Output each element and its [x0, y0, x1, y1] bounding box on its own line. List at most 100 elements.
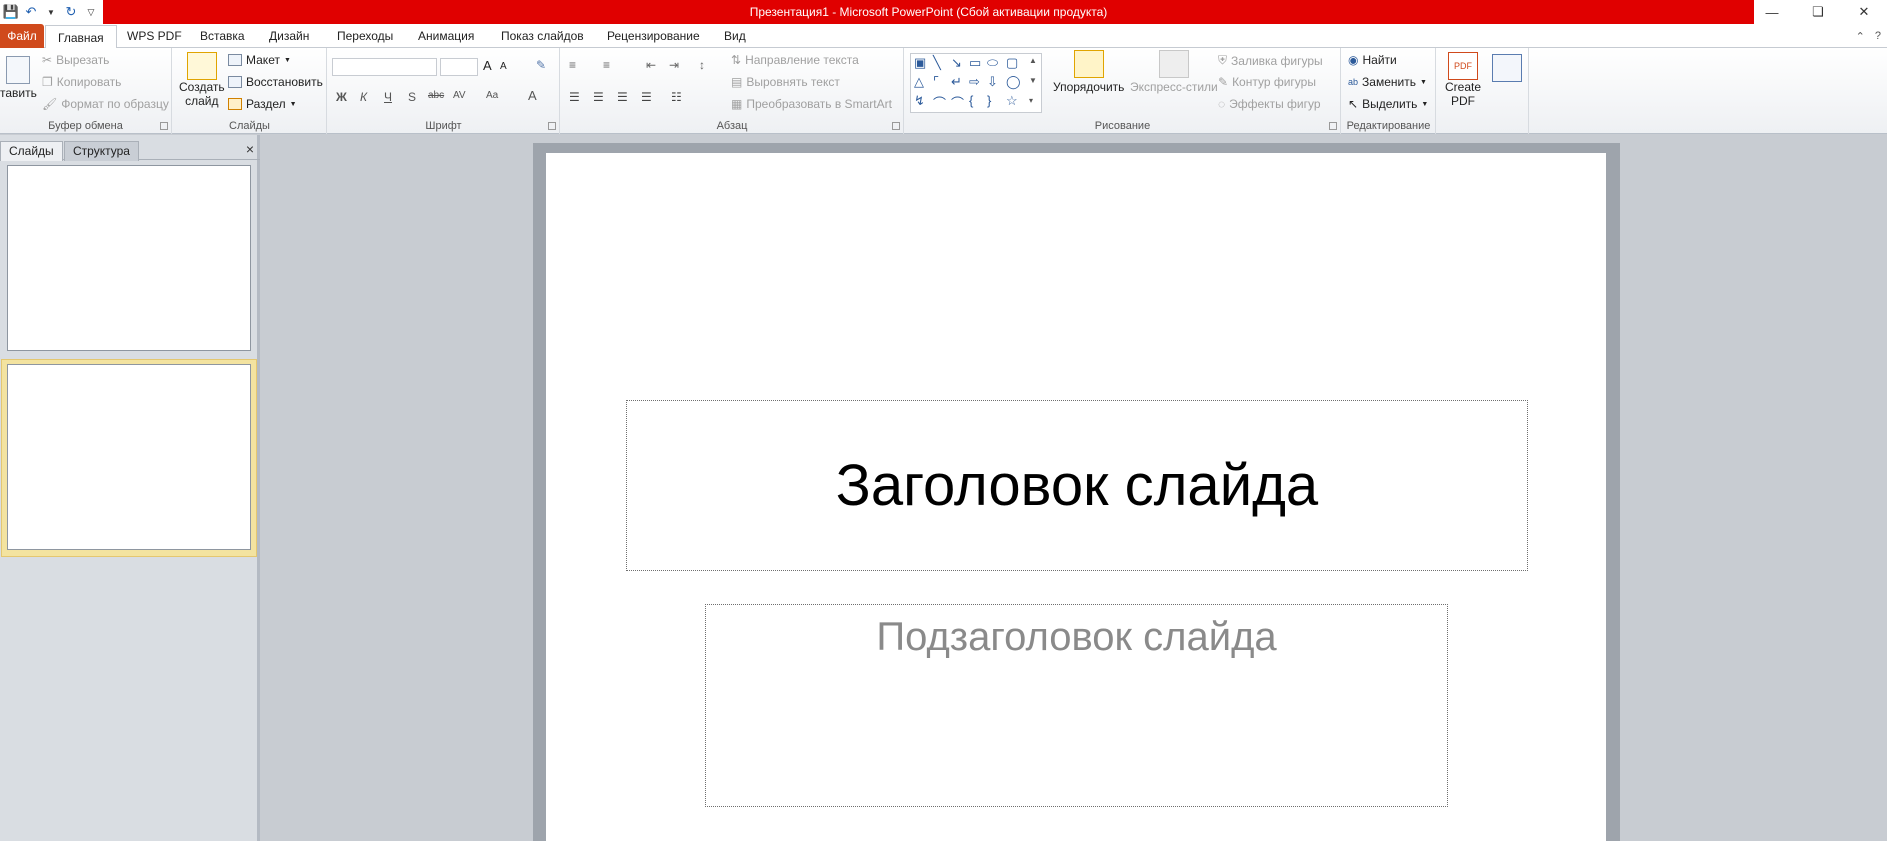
close-icon[interactable]: ✕ — [1841, 0, 1887, 24]
minimize-icon[interactable]: — — [1749, 0, 1795, 24]
italic-button[interactable]: К — [360, 90, 367, 104]
customize-qat-icon[interactable]: ▽ — [84, 5, 98, 19]
lightning-shape-icon[interactable]: ↯ — [914, 93, 925, 109]
align-left-button[interactable]: ☰ — [569, 90, 580, 104]
underline-button[interactable]: Ч — [384, 90, 392, 104]
line-spacing-button[interactable]: ↕ — [699, 58, 705, 72]
change-case-button[interactable]: Aa — [486, 90, 498, 101]
convert-smartart-button[interactable]: ▦ Преобразовать в SmartArt — [731, 97, 892, 111]
align-right-button[interactable]: ☰ — [617, 90, 628, 104]
oval-shape-icon[interactable]: ⬭ — [987, 55, 998, 71]
arrow-line-shape-icon[interactable]: ↘ — [951, 55, 962, 71]
paragraph-launcher-icon[interactable] — [892, 122, 900, 130]
format-painter-button[interactable]: 🖌 Формат по образцу — [42, 97, 169, 111]
help-icon[interactable]: ? — [1875, 30, 1881, 42]
slide-thumbnail-1[interactable] — [7, 165, 251, 351]
left-brace-shape-icon[interactable]: { — [969, 93, 973, 108]
shape-outline-button[interactable]: ✎ Контур фигуры — [1218, 75, 1316, 89]
bold-button[interactable]: Ж — [336, 90, 347, 104]
shadow-button[interactable]: S — [408, 90, 416, 104]
new-slide-button[interactable]: Создать слайд — [179, 52, 225, 108]
slide-subtitle-placeholder[interactable]: Подзаголовок слайда — [705, 604, 1448, 807]
undo-icon[interactable]: ↶ — [24, 4, 38, 19]
align-text-button[interactable]: ▤ Выровнять текст — [731, 75, 840, 89]
font-color-button[interactable]: A — [528, 88, 537, 103]
tab-design[interactable]: Дизайн — [269, 24, 309, 48]
textbox-shape-icon[interactable]: ▣ — [914, 55, 926, 71]
elbow-arrow-shape-icon[interactable]: ↵ — [951, 74, 962, 90]
gallery-scroll-down-icon[interactable]: ▼ — [1029, 76, 1037, 85]
undo-dropdown-icon[interactable]: ▼ — [44, 5, 58, 19]
shape-effects-button[interactable]: ◌ Эффекты фигур — [1218, 97, 1321, 111]
down-arrow-shape-icon[interactable]: ⇩ — [987, 74, 998, 90]
slide-thumbnail-2[interactable] — [7, 364, 251, 550]
find-button[interactable]: ◉ Найти — [1348, 53, 1397, 67]
clear-format-button[interactable]: ✎ — [536, 58, 546, 72]
bullets-button[interactable]: ≡ — [569, 58, 576, 72]
quick-styles-button[interactable]: Экспресс-стили — [1130, 50, 1218, 94]
drawing-launcher-icon[interactable] — [1329, 122, 1337, 130]
right-brace-shape-icon[interactable]: } — [987, 93, 991, 108]
tab-review[interactable]: Рецензирование — [607, 24, 700, 48]
right-arrow-shape-icon[interactable]: ⇨ — [969, 74, 980, 90]
tab-wps-pdf[interactable]: WPS PDF — [127, 24, 182, 48]
restore-icon[interactable]: ❏ — [1795, 0, 1841, 24]
save-icon[interactable]: 💾 — [3, 4, 19, 19]
tab-insert[interactable]: Вставка — [200, 24, 245, 48]
gallery-scroll-up-icon[interactable]: ▲ — [1029, 56, 1037, 65]
numbering-button[interactable]: ≡ — [603, 58, 610, 72]
close-pane-icon[interactable]: × — [246, 141, 254, 157]
star-shape-icon[interactable]: ☆ — [1006, 93, 1018, 109]
tab-view[interactable]: Вид — [724, 24, 746, 48]
connector-shape-icon[interactable]: ⌜ — [933, 74, 939, 90]
font-size-combobox[interactable] — [440, 58, 478, 76]
rectangle-shape-icon[interactable]: ▭ — [969, 55, 981, 71]
tab-animations[interactable]: Анимация — [418, 24, 474, 48]
slides-pane: Слайды Структура × — [0, 135, 260, 841]
cut-button[interactable]: ✂ Вырезать — [42, 53, 109, 67]
arc-shape-icon[interactable]: ⌒ — [951, 93, 964, 112]
columns-button[interactable]: ☷ — [671, 90, 682, 104]
select-button[interactable]: ↖ Выделить ▼ — [1348, 97, 1428, 111]
char-spacing-button[interactable]: AV — [453, 90, 466, 101]
layout-button[interactable]: Макет ▼ — [228, 53, 291, 67]
rounded-rect-shape-icon[interactable]: ▢ — [1006, 55, 1018, 71]
effects-icon: ◌ — [1218, 97, 1226, 111]
curve-shape-icon[interactable]: ⌒ — [933, 93, 946, 112]
clipboard-launcher-icon[interactable] — [160, 122, 168, 130]
replace-button[interactable]: ab Заменить ▼ — [1348, 75, 1427, 89]
redo-icon[interactable]: ↻ — [64, 4, 78, 19]
minimize-ribbon-icon[interactable]: ⌃ — [1856, 30, 1865, 43]
slide-title-placeholder[interactable]: Заголовок слайда — [626, 400, 1528, 571]
shapes-gallery[interactable]: ▣ ╲ ↘ ▭ ⬭ ▢ △ ⌜ ↵ ⇨ ⇩ ◯ ↯ ⌒ ⌒ { } ☆ ▲ ▼ … — [910, 53, 1042, 113]
reset-button[interactable]: Восстановить — [228, 75, 323, 89]
tab-outline[interactable]: Структура — [64, 141, 139, 161]
strikethrough-button[interactable]: abc — [428, 90, 444, 101]
line-shape-icon[interactable]: ╲ — [933, 55, 941, 71]
select-label: Выделить — [1362, 97, 1418, 111]
tab-home[interactable]: Главная — [45, 25, 117, 49]
align-center-button[interactable]: ☰ — [593, 90, 604, 104]
decrease-indent-button[interactable]: ⇤ — [646, 58, 656, 72]
gallery-more-icon[interactable]: ▾ — [1029, 96, 1033, 105]
shrink-font-button[interactable]: A — [500, 61, 507, 72]
justify-button[interactable]: ☰ — [641, 90, 652, 104]
grow-font-button[interactable]: A — [483, 58, 492, 73]
shape-fill-button[interactable]: ⛨ Заливка фигуры — [1218, 53, 1323, 68]
tab-slide-show[interactable]: Показ слайдов — [501, 24, 584, 48]
font-launcher-icon[interactable] — [548, 122, 556, 130]
paste-button[interactable]: тавить — [0, 56, 37, 100]
create-pdf-button[interactable]: PDF Create PDF — [1445, 52, 1481, 108]
tab-file[interactable]: Файл — [0, 24, 44, 48]
arrange-button[interactable]: Упорядочить — [1053, 50, 1124, 94]
section-button[interactable]: Раздел ▼ — [228, 97, 297, 111]
text-direction-button[interactable]: ⇅ Направление текста — [731, 53, 859, 67]
callout-shape-icon[interactable]: ◯ — [1006, 74, 1021, 90]
sign-pdf-button[interactable] — [1492, 54, 1522, 82]
tab-slides[interactable]: Слайды — [0, 141, 63, 161]
copy-button[interactable]: ❐ Копировать — [42, 75, 121, 89]
increase-indent-button[interactable]: ⇥ — [669, 58, 679, 72]
triangle-shape-icon[interactable]: △ — [914, 74, 924, 90]
tab-transitions[interactable]: Переходы — [337, 24, 393, 48]
font-name-combobox[interactable] — [332, 58, 437, 76]
